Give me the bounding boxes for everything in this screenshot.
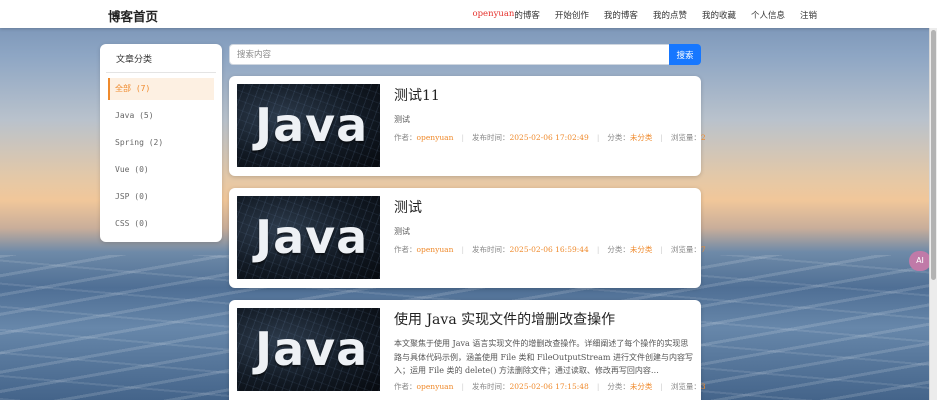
views-label: 浏览量：	[670, 245, 701, 254]
views-value: 3	[700, 382, 706, 391]
article-title[interactable]: 测试11	[394, 85, 440, 105]
sidebar-title: 文章分类	[106, 44, 216, 73]
floating-assistant-button[interactable]: AI	[909, 251, 931, 271]
category-label: 分类：	[607, 133, 630, 142]
category-value: 未分类	[629, 245, 653, 254]
search-input[interactable]	[229, 44, 669, 65]
article-summary: 本文聚焦于使用 Java 语言实现文件的增删改查操作。详细阐述了每个操作的实现思…	[394, 339, 693, 375]
nav-item-logout[interactable]: 注销	[800, 9, 817, 21]
search-button[interactable]: 搜索	[669, 44, 701, 65]
brand-home-link[interactable]: 博客首页	[108, 6, 158, 25]
article-meta: 作者： openyuan | 发布时间： 2025-02-06 16:59:44…	[394, 244, 706, 255]
article-card[interactable]: Java 使用 Java 实现文件的增删改查操作 本文聚焦于使用 Java 语言…	[229, 300, 706, 400]
nav-item-start-writing[interactable]: 开始创作	[555, 9, 589, 21]
article-meta: 作者： openyuan | 发布时间： 2025-02-06 17:15:48…	[394, 381, 706, 392]
category-item-jsp[interactable]: JSP (0)	[108, 186, 214, 208]
article-thumbnail[interactable]: Java	[237, 84, 380, 167]
article-summary: 测试	[394, 115, 410, 124]
meta-divider: |	[461, 245, 464, 254]
scrollbar-thumb[interactable]	[931, 30, 936, 280]
author-value: openyuan	[416, 245, 454, 254]
meta-divider: |	[596, 382, 600, 391]
meta-divider: |	[596, 133, 600, 142]
article-summary: 测试	[394, 227, 410, 236]
time-value: 2025-02-06 16:59:44	[509, 245, 589, 254]
top-navbar: 博客首页 openyuan 的博客 开始创作 我的博客 我的点赞 我的收藏 个人…	[0, 0, 937, 28]
page-scrollbar[interactable]	[929, 28, 937, 400]
category-item-spring[interactable]: Spring (2)	[108, 132, 214, 154]
category-item-java[interactable]: Java (5)	[108, 105, 214, 127]
views-label: 浏览量：	[670, 382, 701, 391]
thumbnail-java-text: Java	[255, 98, 369, 152]
category-label: 分类：	[607, 245, 630, 254]
author-label: 作者：	[394, 133, 417, 142]
article-card[interactable]: Java 测试11 测试 作者： openyuan | 发布时间： 2025-0…	[229, 76, 706, 176]
views-label: 浏览量：	[670, 133, 701, 142]
time-label: 发布时间：	[472, 245, 510, 254]
nav-menu: openyuan 的博客 开始创作 我的博客 我的点赞 我的收藏 个人信息 注销	[458, 9, 818, 21]
meta-divider: |	[660, 382, 663, 391]
category-item-all[interactable]: 全部 (7)	[108, 78, 214, 100]
nav-item-my-blog[interactable]: 我的博客	[604, 9, 638, 21]
nav-item-my-favorites[interactable]: 我的收藏	[702, 9, 736, 21]
meta-divider: |	[596, 245, 600, 254]
meta-divider: |	[660, 245, 663, 254]
thumbnail-java-text: Java	[255, 210, 369, 264]
meta-divider: |	[461, 133, 464, 142]
author-label: 作者：	[394, 382, 417, 391]
views-value: 7	[700, 245, 706, 254]
article-title[interactable]: 使用 Java 实现文件的增删改查操作	[394, 309, 615, 329]
article-title[interactable]: 测试	[394, 197, 422, 217]
time-value: 2025-02-06 17:15:48	[509, 382, 589, 391]
category-item-vue[interactable]: Vue (0)	[108, 159, 214, 181]
nav-item-profile[interactable]: 个人信息	[751, 9, 785, 21]
time-label: 发布时间：	[472, 382, 510, 391]
views-value: 2	[700, 133, 706, 142]
meta-divider: |	[461, 382, 464, 391]
category-value: 未分类	[629, 382, 653, 391]
author-value: openyuan	[416, 133, 454, 142]
nav-item-my-likes[interactable]: 我的点赞	[653, 9, 687, 21]
nav-user-blog-suffix[interactable]: 的博客	[514, 9, 540, 21]
meta-divider: |	[660, 133, 663, 142]
article-meta: 作者： openyuan | 发布时间： 2025-02-06 17:02:49…	[394, 132, 706, 143]
search-bar: 搜索	[229, 44, 701, 65]
author-value: openyuan	[416, 382, 454, 391]
category-value: 未分类	[629, 133, 653, 142]
time-value: 2025-02-06 17:02:49	[509, 133, 589, 142]
category-sidebar: 文章分类 全部 (7) Java (5) Spring (2) Vue (0) …	[100, 44, 222, 242]
time-label: 发布时间：	[472, 133, 510, 142]
article-thumbnail[interactable]: Java	[237, 308, 380, 391]
author-label: 作者：	[394, 245, 417, 254]
category-label: 分类：	[607, 382, 630, 391]
article-thumbnail[interactable]: Java	[237, 196, 380, 279]
category-item-css[interactable]: CSS (0)	[108, 213, 214, 235]
article-card[interactable]: Java 测试 测试 作者： openyuan | 发布时间： 2025-02-…	[229, 188, 706, 288]
nav-username[interactable]: openyuan	[473, 9, 515, 21]
thumbnail-java-text: Java	[255, 322, 369, 376]
